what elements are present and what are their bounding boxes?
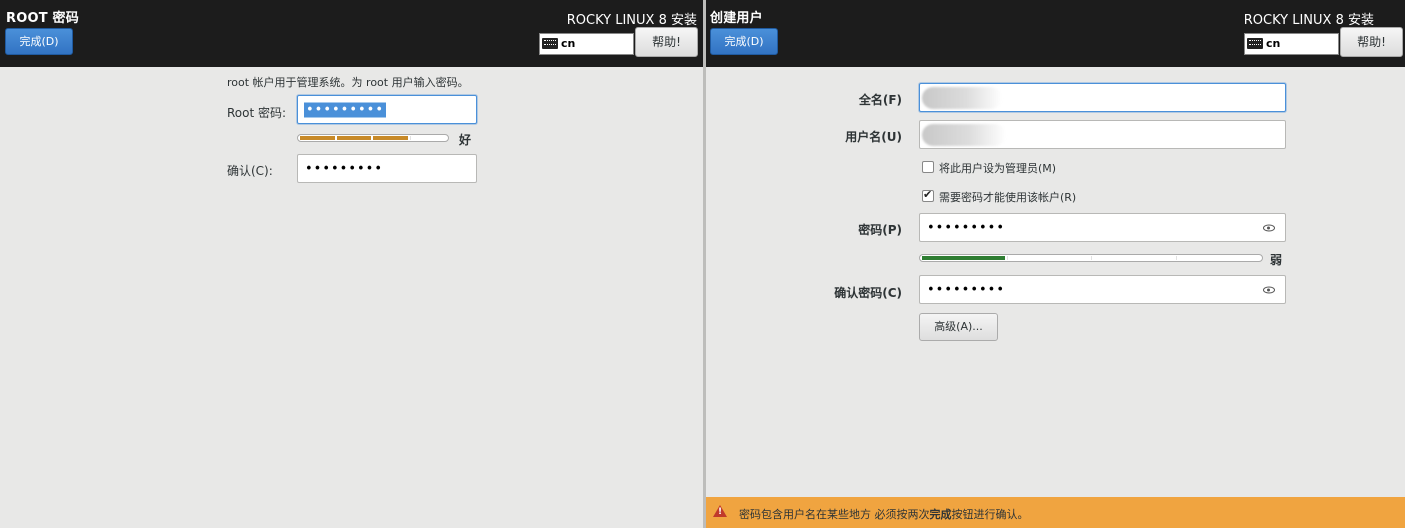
spoke-title: ROOT 密码 [6, 11, 79, 26]
root-password-value: ••••••••• [304, 102, 387, 117]
help-button[interactable]: 帮助! [635, 27, 698, 57]
strength-segment [1006, 256, 1090, 260]
keyboard-layout-label: cn [561, 37, 576, 50]
warning-text-suffix: 按钮进行确认。 [951, 508, 1029, 521]
warning-text-bold: 完成 [929, 508, 952, 521]
show-password-icon[interactable] [1263, 224, 1275, 231]
require-password-label[interactable]: 需要密码才能使用该帐户(R) [939, 189, 1076, 205]
create-user-spoke: 创建用户 完成(D) ROCKY LINUX 8 安装 cn 帮助! 全名(F)… [706, 0, 1405, 528]
strength-segment [1175, 256, 1259, 260]
admin-checkbox-label[interactable]: 将此用户设为管理员(M) [939, 160, 1056, 176]
warning-bar[interactable]: 密码包含用户名在某些地方 必须按两次完成按钮进行确认。 [706, 497, 1405, 528]
root-description: root 帐户用于管理系统。为 root 用户输入密码。 [227, 76, 469, 89]
spoke-title: 创建用户 [710, 11, 763, 26]
fullname-label: 全名(F) [858, 93, 902, 107]
confirm-password-value: ••••••••• [927, 282, 1006, 297]
redacted-value [922, 124, 1006, 146]
confirm-password-input[interactable]: ••••••••• [919, 275, 1286, 304]
strength-segment [1091, 256, 1175, 260]
admin-checkbox[interactable] [922, 161, 934, 173]
spoke-header: 创建用户 完成(D) ROCKY LINUX 8 安装 cn 帮助! [706, 0, 1405, 67]
username-input[interactable] [919, 120, 1286, 149]
password-strength-meter [919, 254, 1263, 262]
show-password-icon[interactable] [1263, 286, 1275, 293]
fullname-input[interactable] [919, 83, 1286, 112]
advanced-button[interactable]: 高级(A)... [919, 313, 998, 341]
product-title: ROCKY LINUX 8 安装 [566, 13, 697, 28]
strength-segment [373, 136, 408, 140]
warning-icon [713, 505, 727, 517]
done-button[interactable]: 完成(D) [5, 28, 73, 55]
redacted-value [922, 87, 1002, 109]
password-label: 密码(P) [858, 223, 902, 237]
confirm-password-label: 确认(C): [227, 164, 273, 178]
password-value: ••••••••• [927, 220, 1006, 235]
product-title: ROCKY LINUX 8 安装 [1243, 13, 1374, 28]
confirm-password-value: ••••••••• [305, 161, 384, 176]
password-input[interactable]: ••••••••• [919, 213, 1286, 242]
root-password-input[interactable]: ••••••••• [297, 95, 477, 124]
confirm-password-label: 确认密码(C) [834, 286, 902, 300]
strength-segment [922, 256, 1005, 260]
password-strength-label: 好 [459, 133, 472, 147]
keyboard-layout-label: cn [1266, 37, 1281, 50]
spoke-header: ROOT 密码 完成(D) ROCKY LINUX 8 安装 cn 帮助! [0, 0, 703, 67]
require-password-checkbox[interactable] [922, 188, 934, 202]
warning-message: 密码包含用户名在某些地方 必须按两次完成按钮进行确认。 [739, 506, 1029, 522]
keyboard-layout-indicator[interactable]: cn [539, 33, 634, 55]
strength-segment [300, 136, 335, 140]
keyboard-icon [1247, 38, 1263, 49]
root-password-label: Root 密码: [227, 106, 287, 120]
password-strength-label: 弱 [1270, 253, 1283, 267]
confirm-password-input[interactable]: ••••••••• [297, 154, 477, 183]
help-button[interactable]: 帮助! [1340, 27, 1403, 57]
username-label: 用户名(U) [845, 130, 902, 144]
warning-text-prefix: 密码包含用户名在某些地方 必须按两次 [739, 508, 930, 521]
root-password-spoke: ROOT 密码 完成(D) ROCKY LINUX 8 安装 cn 帮助! ro… [0, 0, 703, 528]
done-button[interactable]: 完成(D) [710, 28, 778, 55]
keyboard-layout-indicator[interactable]: cn [1244, 33, 1339, 55]
keyboard-icon [542, 38, 558, 49]
password-strength-meter [297, 134, 449, 142]
strength-segment [409, 136, 445, 140]
strength-segment [336, 136, 371, 140]
